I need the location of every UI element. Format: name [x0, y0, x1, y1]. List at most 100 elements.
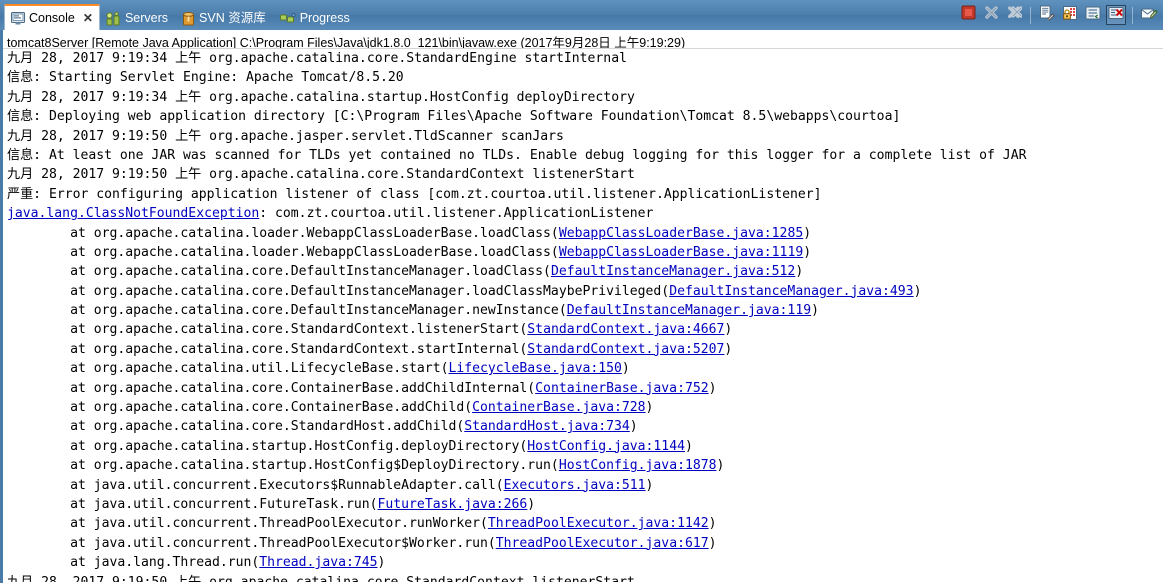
- progress-icon: [279, 12, 296, 25]
- terminate-button[interactable]: [958, 5, 978, 25]
- console-line-text: ): [645, 477, 654, 493]
- console-line: at java.util.concurrent.ThreadPoolExecut…: [7, 534, 1163, 553]
- clear-console-icon: [1039, 5, 1055, 26]
- console-panel: tomcat8Server [Remote Java Application] …: [0, 30, 1163, 583]
- console-line-text: at java.util.concurrent.FutureTask.run(: [7, 496, 378, 512]
- stacktrace-link[interactable]: HostConfig.java:1144: [527, 439, 685, 454]
- console-line-text: ): [629, 419, 638, 435]
- console-line: at org.apache.catalina.core.StandardHost…: [7, 417, 1163, 436]
- console-line-text: ): [621, 361, 630, 377]
- console-line-text: ): [527, 496, 536, 512]
- pin-console-button[interactable]: [1106, 5, 1126, 25]
- remove-all-terminated-button[interactable]: [1004, 5, 1024, 25]
- word-wrap-button[interactable]: [1083, 5, 1103, 25]
- clear-console-button[interactable]: [1037, 5, 1057, 25]
- stacktrace-link[interactable]: DefaultInstanceManager.java:493: [669, 284, 913, 299]
- console-line-text: 信息: At least one JAR was scanned for TLD…: [7, 147, 1027, 163]
- console-line-text: 九月 28, 2017 9:19:50 上午 org.apache.catali…: [7, 167, 635, 183]
- console-line-text: at java.util.concurrent.ThreadPoolExecut…: [7, 516, 488, 532]
- stacktrace-link[interactable]: DefaultInstanceManager.java:512: [551, 264, 795, 279]
- open-console-pencil-icon: [1140, 6, 1158, 25]
- console-line-text: at java.lang.Thread.run(: [7, 555, 260, 571]
- scroll-lock-button[interactable]: [1060, 5, 1080, 25]
- console-line: at org.apache.catalina.startup.HostConfi…: [7, 437, 1163, 456]
- word-wrap-icon: [1085, 6, 1101, 25]
- console-line-text: ): [795, 264, 804, 280]
- stacktrace-link[interactable]: ContainerBase.java:728: [472, 400, 645, 415]
- console-line: at org.apache.catalina.core.StandardCont…: [7, 340, 1163, 359]
- tab-svn-repository[interactable]: SVN 资源库: [176, 7, 274, 30]
- view-tab-bar: Console ✕ Servers SVN 资源库 Progress: [0, 0, 1163, 30]
- open-console-button[interactable]: [1139, 5, 1159, 25]
- console-line-text: 严重: Error configuring application listen…: [7, 186, 822, 202]
- console-line-text: at org.apache.catalina.core.ContainerBas…: [7, 400, 473, 416]
- console-line-text: at org.apache.catalina.core.StandardCont…: [7, 341, 528, 357]
- console-line-text: at java.util.concurrent.Executors$Runnab…: [7, 477, 504, 493]
- console-line-text: : com.zt.courtoa.util.listener.Applicati…: [259, 206, 654, 222]
- stacktrace-link[interactable]: DefaultInstanceManager.java:119: [567, 303, 811, 318]
- console-line-text: ): [803, 225, 812, 241]
- console-toolbar: [958, 4, 1159, 26]
- console-line: java.lang.ClassNotFoundException: com.zt…: [7, 204, 1163, 223]
- console-line: 九月 28, 2017 9:19:34 上午 org.apache.catali…: [7, 88, 1163, 107]
- stacktrace-link[interactable]: StandardHost.java:734: [464, 419, 630, 434]
- stacktrace-link[interactable]: ThreadPoolExecutor.java:1142: [488, 516, 709, 531]
- console-line: 信息: Deploying web application directory …: [7, 107, 1163, 126]
- console-line-text: ): [708, 380, 717, 396]
- console-line: 九月 28, 2017 9:19:50 上午 org.apache.catali…: [7, 573, 1163, 582]
- tab-label-console: Console: [29, 10, 75, 25]
- console-line-text: at org.apache.catalina.startup.HostConfi…: [7, 458, 559, 474]
- console-line-text: 九月 28, 2017 9:19:34 上午 org.apache.catali…: [7, 89, 635, 105]
- stacktrace-link[interactable]: WebappClassLoaderBase.java:1119: [559, 245, 803, 260]
- stacktrace-link[interactable]: StandardContext.java:4667: [527, 322, 724, 337]
- stacktrace-link[interactable]: ThreadPoolExecutor.java:617: [496, 536, 709, 551]
- console-line-text: 九月 28, 2017 9:19:34 上午 org.apache.catali…: [7, 51, 627, 66]
- eclipse-console-view: Console ✕ Servers SVN 资源库 Progress tomca…: [0, 0, 1163, 583]
- remove-all-gray-icon: [1007, 5, 1023, 25]
- stop-square-icon: [961, 5, 976, 25]
- console-line-text: at org.apache.catalina.core.DefaultInsta…: [7, 264, 551, 280]
- stacktrace-link[interactable]: java.lang.ClassNotFoundException: [7, 206, 259, 221]
- stacktrace-link[interactable]: Executors.java:511: [504, 478, 646, 493]
- console-line: 严重: Error configuring application listen…: [7, 185, 1163, 204]
- console-line-text: ): [724, 322, 733, 338]
- stacktrace-link[interactable]: WebappClassLoaderBase.java:1285: [559, 226, 803, 241]
- console-line: at org.apache.catalina.core.DefaultInsta…: [7, 262, 1163, 281]
- console-line-text: at org.apache.catalina.loader.WebappClas…: [7, 225, 559, 241]
- console-line: at java.lang.Thread.run(Thread.java:745): [7, 553, 1163, 572]
- tab-label-servers: Servers: [124, 11, 169, 26]
- close-icon[interactable]: ✕: [83, 12, 93, 24]
- scroll-lock-padlock-icon: [1062, 5, 1078, 26]
- separator-2: [1132, 6, 1133, 24]
- console-launch-header: tomcat8Server [Remote Java Application] …: [3, 30, 1163, 49]
- stacktrace-link[interactable]: ContainerBase.java:752: [535, 381, 708, 396]
- console-line: at org.apache.catalina.util.LifecycleBas…: [7, 359, 1163, 378]
- stacktrace-link[interactable]: FutureTask.java:266: [378, 497, 528, 512]
- console-line-text: ): [724, 341, 733, 357]
- console-line-text: ): [645, 400, 654, 416]
- console-line: at org.apache.catalina.core.DefaultInsta…: [7, 301, 1163, 320]
- console-line-text: at org.apache.catalina.startup.HostConfi…: [7, 438, 528, 454]
- remove-launch-button[interactable]: [981, 5, 1001, 25]
- console-line-text: at java.util.concurrent.ThreadPoolExecut…: [7, 535, 496, 551]
- console-line: at org.apache.catalina.startup.HostConfi…: [7, 456, 1163, 475]
- console-line: 信息: Starting Servlet Engine: Apache Tomc…: [7, 68, 1163, 87]
- remove-gray-x-icon: [984, 5, 999, 25]
- console-line-text: ): [708, 535, 717, 551]
- tab-progress[interactable]: Progress: [274, 7, 358, 30]
- console-line: at org.apache.catalina.core.ContainerBas…: [7, 379, 1163, 398]
- console-line-text: ): [684, 438, 693, 454]
- stacktrace-link[interactable]: StandardContext.java:5207: [527, 342, 724, 357]
- console-line: at org.apache.catalina.loader.WebappClas…: [7, 243, 1163, 262]
- console-line-text: at org.apache.catalina.core.StandardCont…: [7, 322, 528, 338]
- stacktrace-link[interactable]: Thread.java:745: [259, 555, 377, 570]
- console-line-text: 九月 28, 2017 9:19:50 上午 org.apache.catali…: [7, 575, 635, 582]
- stacktrace-link[interactable]: LifecycleBase.java:150: [448, 361, 621, 376]
- console-line-text: at org.apache.catalina.core.StandardHost…: [7, 419, 465, 435]
- tab-console[interactable]: Console ✕: [4, 4, 100, 30]
- console-line: at org.apache.catalina.loader.WebappClas…: [7, 224, 1163, 243]
- tab-servers[interactable]: Servers: [100, 7, 176, 30]
- console-line: at java.util.concurrent.FutureTask.run(F…: [7, 495, 1163, 514]
- stacktrace-link[interactable]: HostConfig.java:1878: [559, 458, 717, 473]
- console-output[interactable]: 九月 28, 2017 9:19:34 上午 org.apache.catali…: [3, 49, 1163, 582]
